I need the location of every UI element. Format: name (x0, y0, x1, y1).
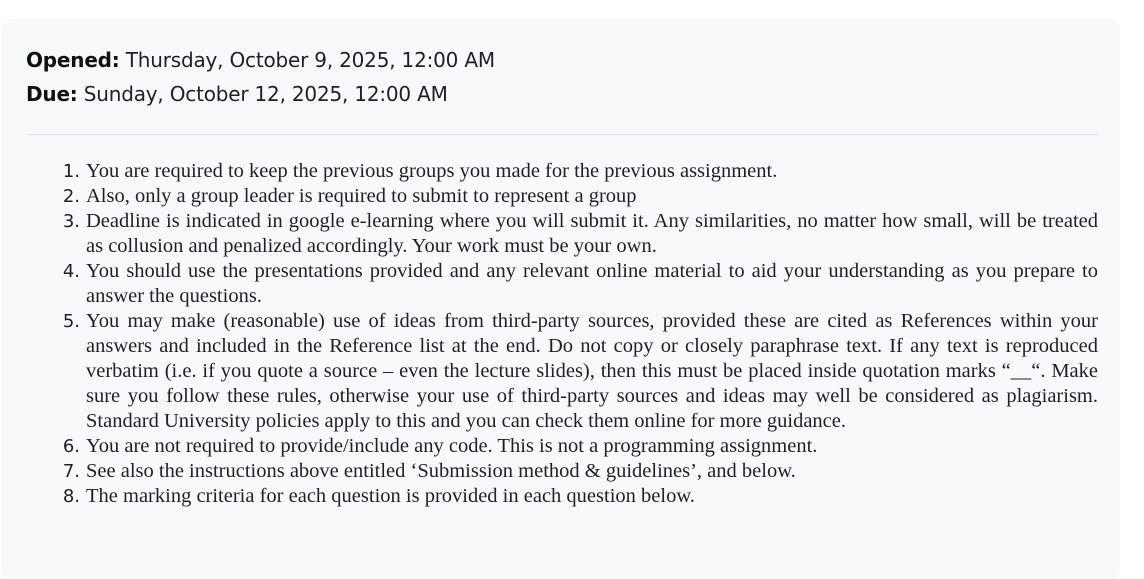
opened-label: Opened: (26, 48, 120, 72)
instruction-text: You may make (reasonable) use of ideas f… (86, 310, 1098, 432)
instruction-item: 2. Also, only a group leader is required… (50, 184, 1098, 209)
opened-value: Thursday, October 9, 2025, 12:00 AM (125, 48, 495, 72)
instruction-item: 5. You may make (reasonable) use of idea… (50, 309, 1098, 434)
instruction-number: 7. (62, 461, 80, 482)
due-date: Due: Sunday, October 12, 2025, 12:00 AM (26, 77, 495, 111)
activity-card: Opened: Thursday, October 9, 2025, 12:00… (2, 19, 1120, 579)
instruction-item: 8. The marking criteria for each questio… (50, 484, 1098, 509)
instruction-text: The marking criteria for each question i… (86, 485, 695, 507)
instruction-text: Deadline is indicated in google e-learni… (86, 210, 1098, 257)
instruction-text: See also the instructions above entitled… (86, 460, 796, 482)
instruction-item: 1. You are required to keep the previous… (50, 159, 1098, 184)
instruction-number: 5. (62, 311, 80, 332)
instruction-text: Also, only a group leader is required to… (86, 185, 637, 207)
opened-date: Opened: Thursday, October 9, 2025, 12:00… (26, 43, 495, 77)
instruction-number: 8. (62, 486, 80, 507)
instruction-text: You are not required to provide/include … (86, 435, 818, 457)
instruction-text: You should use the presentations provide… (86, 260, 1098, 307)
instruction-number: 3. (62, 211, 80, 232)
instruction-item: 4. You should use the presentations prov… (50, 259, 1098, 309)
divider (26, 134, 1098, 135)
activity-dates: Opened: Thursday, October 9, 2025, 12:00… (26, 43, 495, 111)
instructions-list: 1. You are required to keep the previous… (50, 159, 1098, 509)
instruction-text: You are required to keep the previous gr… (86, 160, 778, 182)
instruction-item: 3. Deadline is indicated in google e-lea… (50, 209, 1098, 259)
due-label: Due: (26, 82, 78, 106)
instruction-number: 1. (62, 161, 80, 182)
instruction-number: 4. (62, 261, 80, 282)
instruction-number: 2. (62, 186, 80, 207)
instruction-number: 6. (62, 436, 80, 457)
instruction-item: 7. See also the instructions above entit… (50, 459, 1098, 484)
due-value: Sunday, October 12, 2025, 12:00 AM (83, 82, 448, 106)
instruction-item: 6. You are not required to provide/inclu… (50, 434, 1098, 459)
